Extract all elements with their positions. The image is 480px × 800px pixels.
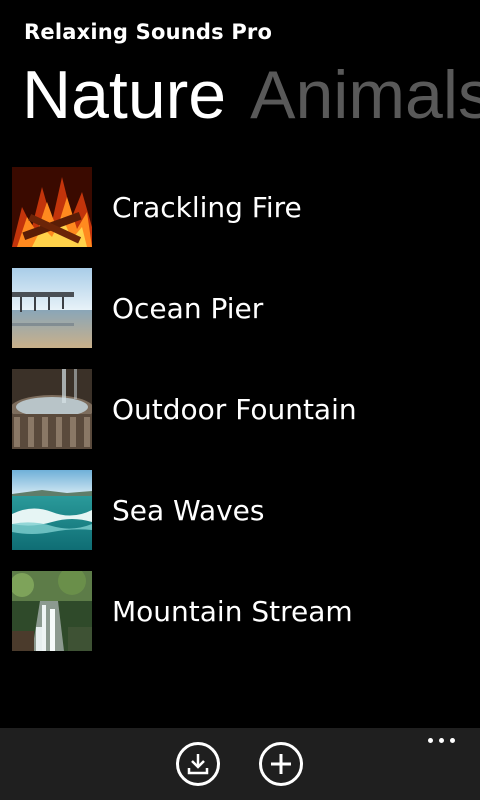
- download-button[interactable]: [176, 742, 220, 786]
- stream-thumbnail: [12, 571, 92, 651]
- list-item-ocean-pier[interactable]: Ocean Pier: [12, 268, 480, 348]
- app-bar: [0, 728, 480, 800]
- list-item-sea-waves[interactable]: Sea Waves: [12, 470, 480, 550]
- list-item-outdoor-fountain[interactable]: Outdoor Fountain: [12, 369, 480, 449]
- list-item-mountain-stream[interactable]: Mountain Stream: [12, 571, 480, 651]
- pivot-header: Nature Animals: [22, 55, 480, 135]
- more-button[interactable]: [428, 738, 458, 748]
- pivot-tab-animals[interactable]: Animals: [250, 55, 480, 135]
- sound-name: Outdoor Fountain: [112, 392, 357, 426]
- list-item-crackling-fire[interactable]: Crackling Fire: [12, 167, 480, 247]
- waves-thumbnail: [12, 470, 92, 550]
- sound-name: Mountain Stream: [112, 594, 353, 628]
- fountain-thumbnail: [12, 369, 92, 449]
- fire-thumbnail: [12, 167, 92, 247]
- sound-list: Crackling Fire Ocean Pier Outdoor Founta…: [12, 167, 480, 672]
- sound-name: Sea Waves: [112, 493, 265, 527]
- download-icon: [187, 754, 209, 775]
- add-icon: [271, 754, 291, 774]
- add-button[interactable]: [259, 742, 303, 786]
- app-title: Relaxing Sounds Pro: [24, 20, 273, 44]
- pier-thumbnail: [12, 268, 92, 348]
- pivot-tab-nature[interactable]: Nature: [22, 55, 226, 135]
- sound-name: Crackling Fire: [112, 190, 302, 224]
- sound-name: Ocean Pier: [112, 291, 264, 325]
